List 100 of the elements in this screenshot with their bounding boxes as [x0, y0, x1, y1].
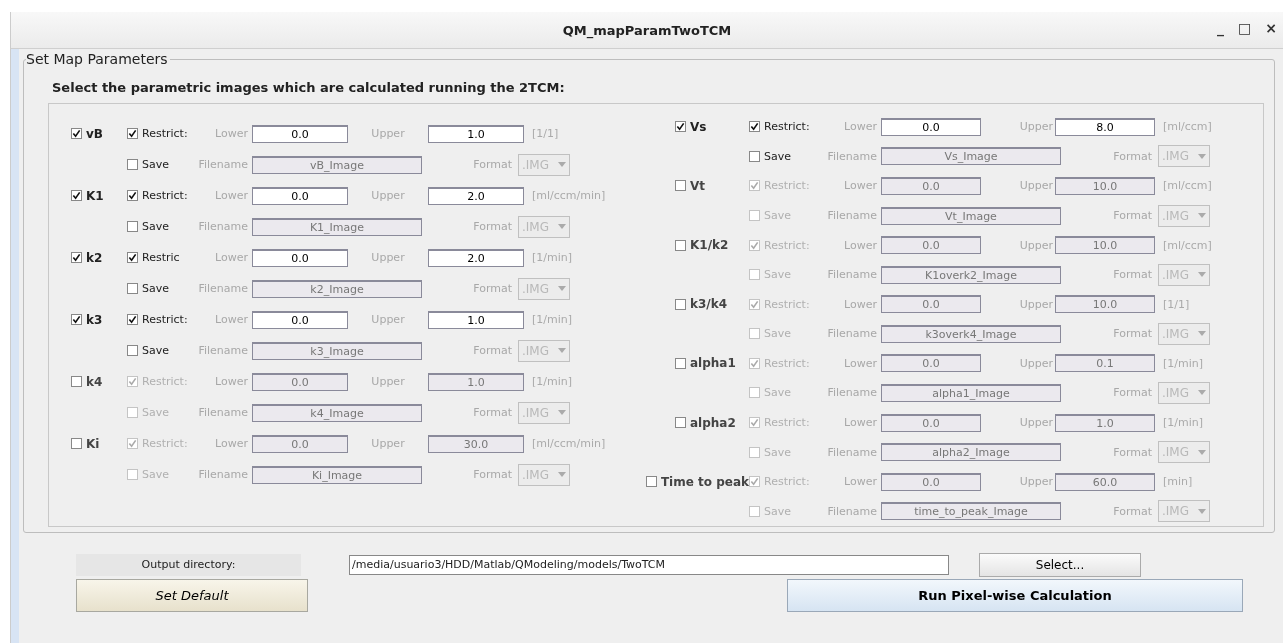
save-checkbox[interactable] — [127, 469, 138, 480]
lower-field[interactable]: 0.0 — [881, 236, 981, 255]
parameter-checkbox[interactable] — [71, 128, 82, 139]
window-control[interactable]: □ — [1238, 20, 1252, 36]
restrict-checkbox[interactable] — [127, 314, 138, 325]
parameter-checkbox[interactable] — [71, 376, 82, 387]
filename-field[interactable]: Vt_Image — [881, 206, 1061, 225]
lower-field[interactable]: 0.0 — [252, 310, 348, 329]
upper-field[interactable]: 1.0 — [428, 124, 524, 143]
save-checkbox[interactable] — [749, 269, 760, 281]
caret-icon — [1198, 508, 1206, 514]
upper-field[interactable]: 10.0 — [1055, 236, 1155, 255]
parameter-label: vB — [86, 126, 103, 141]
save-checkbox[interactable] — [749, 505, 760, 517]
upper-field[interactable]: 8.0 — [1055, 117, 1155, 136]
restrict-checkbox[interactable] — [127, 438, 138, 449]
window-control[interactable]: × — [1265, 20, 1277, 36]
upper-field[interactable]: 1.0 — [428, 310, 524, 329]
save-checkbox[interactable] — [127, 221, 138, 232]
caret-icon — [1198, 272, 1206, 278]
upper-label: Upper — [1018, 416, 1054, 430]
lower-field[interactable]: 0.0 — [252, 124, 348, 143]
upper-field[interactable]: 2.0 — [428, 248, 524, 267]
upper-field[interactable]: 0.1 — [1055, 354, 1155, 373]
upper-field[interactable]: 1.0 — [1055, 413, 1155, 432]
parameter-checkbox[interactable] — [71, 314, 82, 325]
filename-field[interactable]: alpha2_Image — [881, 443, 1061, 462]
restrict-checkbox[interactable] — [749, 121, 760, 133]
restrict-checkbox[interactable] — [127, 376, 138, 387]
restrict-checkbox[interactable] — [127, 190, 138, 201]
parameter-checkbox[interactable] — [675, 239, 686, 251]
filename-label: Filename — [826, 445, 878, 459]
parameter-checkbox[interactable] — [645, 476, 657, 488]
save-checkbox[interactable] — [127, 407, 138, 418]
lower-field[interactable]: 0.0 — [881, 295, 981, 314]
upper-field[interactable]: 10.0 — [1055, 295, 1155, 314]
run-button[interactable]: Run Pixel-wise Calculation — [787, 579, 1243, 612]
parameter-checkbox[interactable] — [675, 180, 686, 192]
window-control[interactable]: _ — [1217, 20, 1225, 36]
upper-label: Upper — [370, 251, 406, 264]
parameter-checkbox[interactable] — [675, 298, 686, 310]
save-label: Save — [764, 386, 791, 400]
upper-field[interactable]: 2.0 — [428, 186, 524, 205]
filename-field[interactable]: k3overk4_Image — [881, 324, 1061, 343]
filename-field[interactable]: k4_Image — [252, 403, 422, 422]
parameter-checkbox[interactable] — [675, 417, 686, 429]
save-checkbox[interactable] — [749, 446, 760, 458]
filename-field[interactable]: K1_Image — [252, 217, 422, 236]
filename-field[interactable]: time_to_peak_Image — [881, 502, 1061, 521]
lower-field[interactable]: 0.0 — [252, 434, 348, 453]
upper-field[interactable]: 1.0 — [428, 372, 524, 391]
format-label: Format — [1112, 445, 1153, 459]
save-checkbox[interactable] — [749, 210, 760, 221]
output-directory-field[interactable]: /media/usuario3/HDD/Matlab/QModeling/models/TwoTCM — [349, 555, 949, 575]
parameter-checkbox[interactable] — [675, 357, 686, 369]
filename-field[interactable]: K1overk2_Image — [881, 265, 1061, 284]
restrict-checkbox[interactable] — [127, 252, 138, 263]
save-label: Save — [142, 220, 169, 233]
parameter-checkbox[interactable] — [71, 252, 82, 263]
filename-field[interactable]: Ki_Image — [252, 465, 422, 484]
filename-field[interactable]: alpha1_Image — [881, 384, 1061, 402]
save-checkbox[interactable] — [749, 328, 760, 340]
save-checkbox[interactable] — [127, 345, 138, 356]
unit-label: [ml/ccm/min] — [532, 189, 606, 202]
upper-field[interactable]: 30.0 — [428, 434, 524, 453]
lower-label: Lower — [214, 437, 249, 450]
format-label: Format — [1112, 504, 1153, 518]
lower-field[interactable]: 0.0 — [881, 472, 981, 491]
filename-label: Filename — [826, 327, 878, 341]
lower-field[interactable]: 0.0 — [252, 248, 348, 267]
save-label: Save — [764, 504, 791, 518]
lower-field[interactable]: 0.0 — [881, 354, 981, 373]
filename-field[interactable]: vB_Image — [252, 155, 422, 174]
lower-field[interactable]: 0.0 — [881, 176, 981, 195]
unit-label: [ml/ccm] — [1163, 238, 1212, 252]
set-default-button[interactable]: Set Default — [76, 579, 308, 612]
save-checkbox[interactable] — [127, 283, 138, 294]
lower-field[interactable]: 0.0 — [881, 413, 981, 432]
restrict-label: Restrict: — [764, 297, 810, 311]
save-checkbox[interactable] — [127, 159, 138, 170]
select-button[interactable]: Select... — [979, 553, 1141, 577]
format-label: Format — [472, 220, 513, 233]
lower-field[interactable]: 0.0 — [252, 372, 348, 391]
parameter-checkbox[interactable] — [675, 121, 686, 133]
upper-field[interactable]: 10.0 — [1055, 176, 1155, 195]
save-checkbox[interactable] — [749, 387, 760, 399]
lower-field[interactable]: 0.0 — [881, 117, 981, 136]
restrict-checkbox[interactable] — [127, 128, 138, 139]
parameter-checkbox[interactable] — [71, 438, 82, 449]
caret-icon — [558, 410, 566, 415]
save-checkbox[interactable] — [749, 150, 760, 162]
restrict-label: Restric — [142, 251, 180, 264]
parameter-label: k2 — [86, 250, 103, 265]
upper-field[interactable]: 60.0 — [1055, 472, 1155, 491]
parameter-checkbox[interactable] — [71, 190, 82, 201]
lower-field[interactable]: 0.0 — [252, 186, 348, 205]
lower-label: Lower — [843, 297, 878, 311]
filename-field[interactable]: k3_Image — [252, 341, 422, 360]
filename-field[interactable]: Vs_Image — [881, 147, 1061, 166]
filename-field[interactable]: k2_Image — [252, 279, 422, 298]
